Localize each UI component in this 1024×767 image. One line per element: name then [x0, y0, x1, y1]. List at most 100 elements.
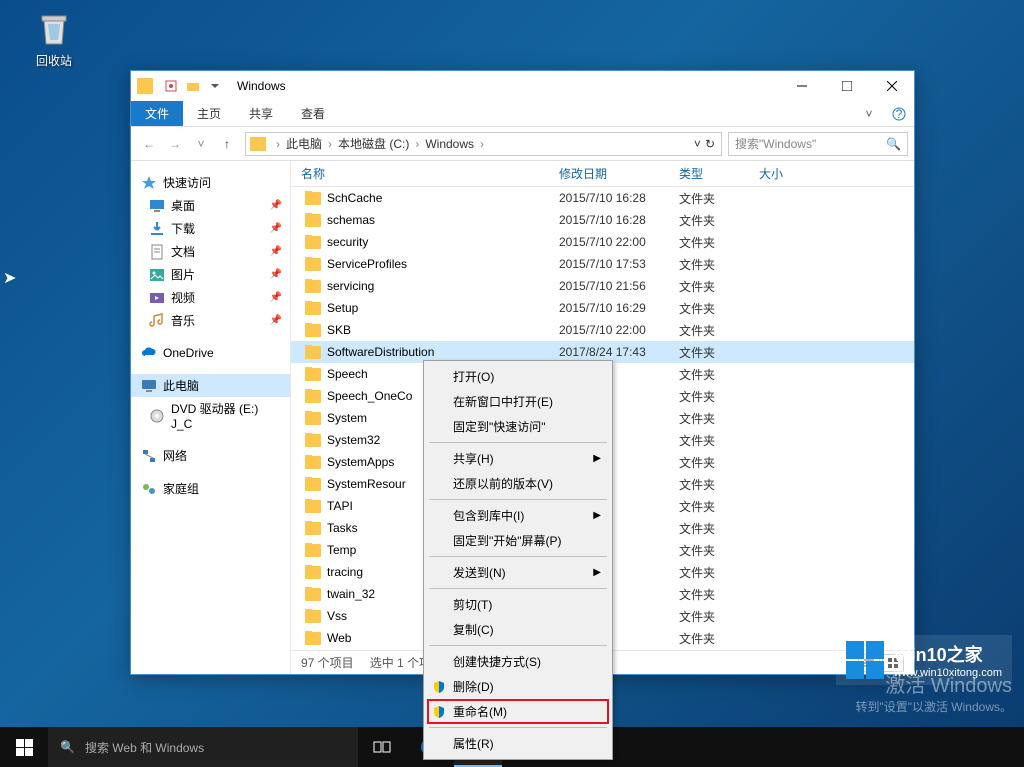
- folder-icon: [305, 412, 321, 425]
- ribbon-help[interactable]: ?: [884, 101, 914, 126]
- context-menu-item[interactable]: 属性(R): [427, 731, 609, 756]
- file-row[interactable]: ServiceProfiles2015/7/10 17:53文件夹: [291, 253, 914, 275]
- search-input[interactable]: 搜索"Windows" 🔍: [728, 132, 908, 156]
- context-menu-item[interactable]: 发送到(N)▶: [427, 560, 609, 585]
- chevron-right-icon[interactable]: ›: [411, 137, 423, 151]
- download-icon: [149, 221, 165, 237]
- cloud-icon: [141, 345, 157, 361]
- video-icon: [149, 290, 165, 306]
- sidebar-network[interactable]: 网络: [131, 444, 290, 467]
- qat-new-folder[interactable]: [183, 76, 203, 96]
- context-menu-item[interactable]: 重命名(M): [427, 699, 609, 724]
- file-row[interactable]: SchCache2015/7/10 16:28文件夹: [291, 187, 914, 209]
- search-icon[interactable]: 🔍: [886, 137, 901, 151]
- taskview-button[interactable]: [358, 727, 406, 767]
- file-row[interactable]: schemas2015/7/10 16:28文件夹: [291, 209, 914, 231]
- column-date[interactable]: 修改日期: [551, 165, 671, 182]
- sidebar-item[interactable]: 音乐📌: [131, 309, 290, 332]
- context-menu-item[interactable]: 复制(C): [427, 617, 609, 642]
- folder-icon: [305, 280, 321, 293]
- folder-icon: [137, 78, 153, 94]
- refresh-icon[interactable]: ↻: [703, 137, 717, 151]
- breadcrumb-dropdown[interactable]: ˅: [692, 137, 703, 151]
- chevron-right-icon: ▶: [593, 453, 601, 464]
- network-icon: [141, 448, 157, 464]
- context-menu-item[interactable]: 删除(D): [427, 674, 609, 699]
- chevron-right-icon: ▶: [593, 510, 601, 521]
- ribbon-tab-share[interactable]: 共享: [235, 101, 287, 126]
- context-menu-item[interactable]: 还原以前的版本(V): [427, 471, 609, 496]
- sidebar-item[interactable]: 文档📌: [131, 240, 290, 263]
- taskbar-search[interactable]: 🔍 搜索 Web 和 Windows: [48, 727, 358, 767]
- context-menu-item[interactable]: 共享(H)▶: [427, 446, 609, 471]
- nav-recent[interactable]: ˅: [189, 132, 213, 156]
- folder-icon: [305, 522, 321, 535]
- status-count: 97 个项目: [301, 654, 354, 671]
- breadcrumb-seg[interactable]: Windows: [423, 137, 476, 151]
- sidebar-quick-access[interactable]: 快速访问: [131, 171, 290, 194]
- chevron-right-icon[interactable]: ›: [324, 137, 336, 151]
- pin-icon: 📌: [270, 223, 282, 234]
- nav-back[interactable]: ←: [137, 132, 161, 156]
- folder-icon: [305, 346, 321, 359]
- sidebar-onedrive[interactable]: OneDrive: [131, 342, 290, 364]
- start-button[interactable]: [0, 727, 48, 767]
- folder-icon: [305, 588, 321, 601]
- folder-icon: [305, 478, 321, 491]
- brand-logo: Win10之家www.win10xitong.com: [836, 635, 1012, 685]
- navbar: ← → ˅ ↑ › 此电脑 › 本地磁盘 (C:) › Windows › ˅ …: [131, 127, 914, 161]
- shield-icon: [432, 705, 446, 719]
- search-icon: 🔍: [60, 740, 75, 754]
- ribbon-expand[interactable]: ˅: [854, 101, 884, 126]
- chevron-right-icon[interactable]: ›: [272, 137, 284, 151]
- sidebar: 快速访问 桌面📌下载📌文档📌图片📌视频📌音乐📌 OneDrive 此电脑 DVD…: [131, 161, 291, 674]
- minimize-button[interactable]: [779, 71, 824, 101]
- sidebar-homegroup[interactable]: 家庭组: [131, 477, 290, 500]
- context-menu-item[interactable]: 包含到库中(I)▶: [427, 503, 609, 528]
- file-row[interactable]: security2015/7/10 22:00文件夹: [291, 231, 914, 253]
- recycle-bin[interactable]: 回收站: [24, 8, 84, 69]
- document-icon: [149, 244, 165, 260]
- sidebar-item[interactable]: 下载📌: [131, 217, 290, 240]
- context-menu-item[interactable]: 打开(O): [427, 364, 609, 389]
- maximize-button[interactable]: [824, 71, 869, 101]
- sidebar-this-pc[interactable]: 此电脑: [131, 374, 290, 397]
- qat-dropdown[interactable]: [205, 76, 225, 96]
- qat-properties[interactable]: [161, 76, 181, 96]
- column-name[interactable]: 名称: [291, 165, 551, 182]
- column-size[interactable]: 大小: [751, 165, 821, 182]
- folder-icon: [305, 390, 321, 403]
- context-menu-item[interactable]: 固定到"快速访问": [427, 414, 609, 439]
- chevron-right-icon[interactable]: ›: [476, 137, 488, 151]
- sidebar-item[interactable]: 视频📌: [131, 286, 290, 309]
- ribbon: 文件 主页 共享 查看 ˅ ?: [131, 101, 914, 127]
- ribbon-tab-home[interactable]: 主页: [183, 101, 235, 126]
- breadcrumb-seg[interactable]: 本地磁盘 (C:): [336, 135, 411, 152]
- titlebar[interactable]: Windows: [131, 71, 914, 101]
- ribbon-tab-view[interactable]: 查看: [287, 101, 339, 126]
- context-menu-item[interactable]: 固定到"开始"屏幕(P): [427, 528, 609, 553]
- folder-icon: [305, 258, 321, 271]
- context-menu-item[interactable]: 创建快捷方式(S): [427, 649, 609, 674]
- svg-text:?: ?: [896, 107, 903, 121]
- file-row[interactable]: servicing2015/7/10 21:56文件夹: [291, 275, 914, 297]
- breadcrumb-seg[interactable]: 此电脑: [284, 135, 324, 152]
- nav-up[interactable]: ↑: [215, 132, 239, 156]
- file-row[interactable]: SKB2015/7/10 22:00文件夹: [291, 319, 914, 341]
- file-row[interactable]: Setup2015/7/10 16:29文件夹: [291, 297, 914, 319]
- sidebar-dvd[interactable]: DVD 驱动器 (E:) J_C: [131, 397, 290, 434]
- column-type[interactable]: 类型: [671, 165, 751, 182]
- breadcrumb[interactable]: › 此电脑 › 本地磁盘 (C:) › Windows › ˅ ↻: [245, 132, 722, 156]
- close-button[interactable]: [869, 71, 914, 101]
- sidebar-item[interactable]: 桌面📌: [131, 194, 290, 217]
- pin-icon: 📌: [270, 315, 282, 326]
- folder-icon: [305, 324, 321, 337]
- desktop-icon: [149, 198, 165, 214]
- ribbon-tab-file[interactable]: 文件: [131, 101, 183, 126]
- context-menu-item[interactable]: 剪切(T): [427, 592, 609, 617]
- context-menu-item[interactable]: 在新窗口中打开(E): [427, 389, 609, 414]
- nav-forward[interactable]: →: [163, 132, 187, 156]
- folder-icon: [305, 192, 321, 205]
- sidebar-item[interactable]: 图片📌: [131, 263, 290, 286]
- folder-icon: [250, 137, 266, 151]
